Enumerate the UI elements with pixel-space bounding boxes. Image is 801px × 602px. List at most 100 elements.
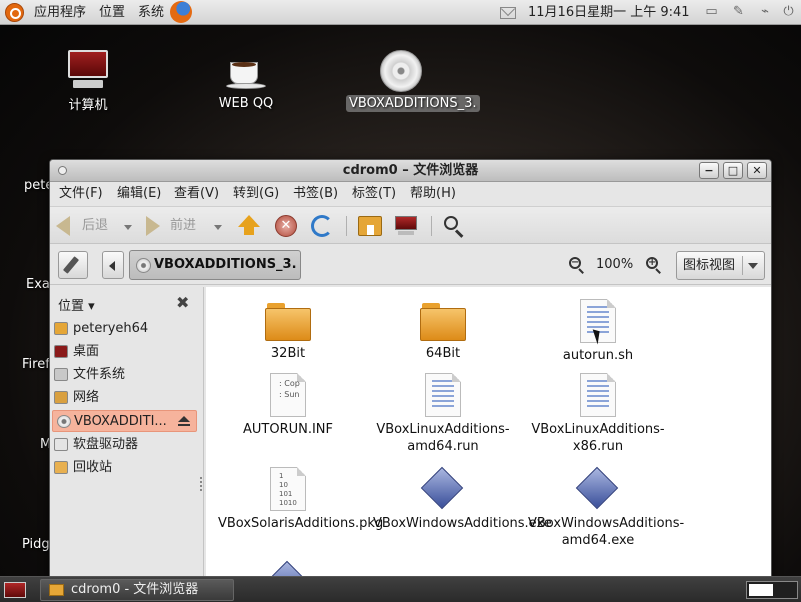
sidebar-resize-handle[interactable] <box>200 477 204 491</box>
back-history-dropdown[interactable] <box>124 225 132 230</box>
desktop-icon-webqq[interactable]: WEB QQ <box>191 52 301 111</box>
menu-go[interactable]: 转到(G) <box>233 183 279 205</box>
menu-system[interactable]: 系统 <box>138 0 164 25</box>
window-title: cdrom0 – 文件浏览器 <box>342 163 479 178</box>
disc-icon <box>136 258 151 273</box>
workspace-switcher[interactable] <box>746 581 798 599</box>
network-icon <box>54 391 68 404</box>
stop-icon[interactable]: ✕ <box>275 215 297 237</box>
desktop-icon-label: WEB QQ <box>218 96 274 111</box>
file-name: autorun.sh <box>562 348 634 363</box>
harddisk-icon <box>54 368 68 381</box>
ubuntu-logo-icon[interactable] <box>5 3 24 22</box>
computer-icon[interactable] <box>394 216 418 236</box>
desktop-icon-vboxadditions[interactable]: VBOXADDITIONS_3. <box>346 50 480 112</box>
search-icon[interactable] <box>443 215 465 238</box>
file-item-script[interactable]: VBoxLinuxAdditions-x86.run <box>528 373 668 455</box>
file-name: AUTORUN.INF <box>242 422 334 437</box>
pencil-icon <box>62 256 80 274</box>
window-titlebar[interactable]: cdrom0 – 文件浏览器 − □ ✕ <box>50 160 771 182</box>
menu-view[interactable]: 查看(V) <box>174 183 219 205</box>
reload-icon[interactable] <box>311 215 333 237</box>
executable-icon <box>575 466 620 511</box>
zoom-out-icon[interactable]: − <box>569 257 585 274</box>
path-back-button[interactable] <box>102 251 124 279</box>
sidebar-header[interactable]: 位置 ▾ <box>58 295 95 314</box>
sidebar-item-desktop[interactable]: 桌面 <box>50 341 196 363</box>
file-name: VBoxLinuxAdditions-x86.run <box>531 422 665 454</box>
close-button[interactable]: ✕ <box>747 162 767 179</box>
menu-help[interactable]: 帮助(H) <box>410 183 456 205</box>
mail-icon[interactable] <box>500 7 516 19</box>
trash-icon <box>54 461 68 474</box>
forward-button[interactable]: 前进 <box>170 214 196 238</box>
minimize-button[interactable]: − <box>699 162 719 179</box>
workspace-active[interactable] <box>749 584 773 596</box>
sidebar-item-filesystem[interactable]: 文件系统 <box>50 364 196 386</box>
file-name: 32Bit <box>270 346 306 361</box>
home-icon[interactable] <box>358 216 382 236</box>
breadcrumb[interactable]: VBOXADDITIONS_3. <box>129 250 301 280</box>
toolbar-separator <box>431 216 432 236</box>
file-item-inf[interactable]: : Cop : Sun AUTORUN.INF <box>218 373 358 438</box>
sidebar-item-home[interactable]: peteryeh64 <box>50 318 196 340</box>
file-item-exe[interactable]: VBoxWindowsAdditions.exe <box>373 466 552 532</box>
firefox-icon[interactable] <box>170 1 192 23</box>
power-icon[interactable]: ⏻ <box>780 4 797 20</box>
edit-location-button[interactable] <box>58 251 88 279</box>
file-name: 64Bit <box>425 346 461 361</box>
binary-file-icon: 1 10 101 1010 <box>270 467 306 511</box>
menu-tabs[interactable]: 标签(T) <box>352 183 396 205</box>
chevron-down-icon <box>742 256 758 275</box>
menu-file[interactable]: 文件(F) <box>59 183 103 205</box>
up-arrow-icon[interactable] <box>238 215 260 235</box>
disc-icon <box>57 415 71 428</box>
file-item-folder[interactable]: 64Bit <box>373 303 513 362</box>
sidebar: 位置 ▾ ✖ peteryeh64 桌面 文件系统 网络 VBOXADDITI.… <box>50 287 204 576</box>
desktop-icon-label: 计算机 <box>68 98 108 113</box>
sidebar-item-floppy[interactable]: 软盘驱动器 <box>50 434 196 456</box>
floppy-icon <box>54 438 68 451</box>
file-item-pkg[interactable]: 1 10 101 1010 VBoxSolarisAdditions.pkg <box>218 467 383 532</box>
back-button[interactable]: 后退 <box>82 214 108 238</box>
sidebar-item-vboxadditions[interactable]: VBOXADDITI... <box>52 410 197 432</box>
network-icon[interactable]: ✎ <box>730 4 747 20</box>
file-item-script[interactable]: VBoxLinuxAdditions-amd64.run <box>373 373 513 455</box>
sidebar-item-label: VBOXADDITI... <box>74 414 167 429</box>
desktop-icon-computer[interactable]: 计算机 <box>33 48 143 113</box>
file-icon-text: 1 10 101 1010 <box>279 472 297 507</box>
view-mode-label: 图标视图 <box>683 258 736 273</box>
sidebar-item-trash[interactable]: 回收站 <box>50 457 196 479</box>
text-file-icon: : Cop : Sun <box>270 373 306 417</box>
file-name: VBoxWindowsAdditions.exe <box>373 516 552 531</box>
desktop-partial-label[interactable]: Exa <box>26 277 50 292</box>
sidebar-item-label: 回收站 <box>73 460 113 475</box>
network-icon[interactable]: ⌁ <box>754 4 776 20</box>
show-desktop-icon[interactable] <box>4 582 26 598</box>
eject-icon[interactable] <box>178 416 191 427</box>
script-file-icon <box>425 373 461 417</box>
desktop-partial-label[interactable]: Pidg <box>22 537 50 552</box>
taskbar-window-button[interactable]: cdrom0 - 文件浏览器 <box>40 579 234 601</box>
back-arrow-icon[interactable] <box>56 216 70 236</box>
menu-applications[interactable]: 应用程序 <box>34 0 86 25</box>
desktop-icon <box>54 345 68 358</box>
menu-places[interactable]: 位置 <box>99 0 125 25</box>
desktop-partial-label[interactable]: Firef <box>22 357 50 372</box>
file-item-folder[interactable]: 32Bit <box>218 303 358 362</box>
sidebar-item-network[interactable]: 网络 <box>50 387 196 409</box>
sidebar-close-icon[interactable]: ✖ <box>176 293 189 312</box>
forward-arrow-icon[interactable] <box>146 216 160 236</box>
folder-icon <box>265 303 311 341</box>
folder-icon <box>420 303 466 341</box>
maximize-button[interactable]: □ <box>723 162 743 179</box>
forward-history-dropdown[interactable] <box>214 225 222 230</box>
menu-edit[interactable]: 编辑(E) <box>117 183 161 205</box>
display-icon[interactable]: ▭ <box>703 4 720 20</box>
file-item-exe[interactable] <box>218 560 358 576</box>
menu-bookmarks[interactable]: 书签(B) <box>293 183 338 205</box>
view-mode-select[interactable]: 图标视图 <box>676 251 765 280</box>
clock[interactable]: 11月16日星期一 上午 9:41 <box>528 0 690 25</box>
file-item-exe[interactable]: VBoxWindowsAdditions-amd64.exe <box>528 466 684 549</box>
zoom-in-icon[interactable]: + <box>646 257 662 274</box>
